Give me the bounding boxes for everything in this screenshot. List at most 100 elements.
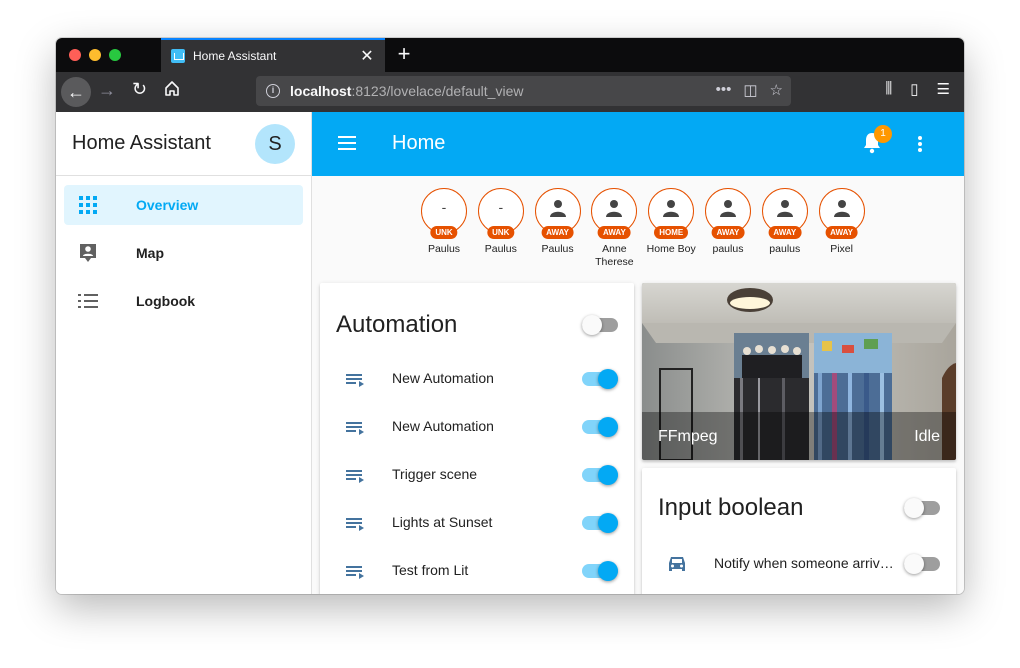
state-tag: AWAY (597, 226, 631, 239)
window-maximize-button[interactable] (109, 49, 121, 61)
library-icon[interactable]: ⫼ (885, 80, 892, 98)
home-icon[interactable] (163, 80, 181, 98)
format-list-bulleted-icon (76, 293, 100, 309)
forward-button[interactable]: → (98, 80, 116, 101)
sidebar-item-label: Logbook (136, 293, 196, 309)
playlist-play-icon (346, 518, 364, 531)
header-toggle[interactable] (904, 498, 940, 518)
unknown-dash-icon: - (441, 199, 447, 215)
url-bar[interactable]: i localhost:8123/lovelace/default_view •… (256, 76, 791, 106)
badge-name: Paulus (427, 243, 461, 255)
sidebar-item-overview[interactable]: Overview (64, 185, 303, 225)
entity-row: New Automation (320, 403, 634, 451)
tab-title: Home Assistant (193, 49, 277, 63)
automation-card: Automation New Automation New Automation… (320, 283, 634, 594)
person-icon (663, 200, 680, 217)
person-icon (719, 200, 736, 217)
header-toggle[interactable] (582, 315, 618, 335)
page-title: Home (392, 132, 446, 154)
person-icon (776, 200, 793, 217)
sidebar-item-label: Map (136, 245, 164, 261)
entity-name[interactable]: Lights at Sunset (392, 514, 492, 530)
entity-row: Trigger scene (320, 451, 634, 499)
card-title: Automation (336, 311, 458, 338)
sidebar: Home Assistant S Overview Map Logbook (56, 112, 312, 594)
account-box-icon (76, 243, 100, 263)
state-tag: UNK (430, 226, 458, 239)
playlist-play-icon (346, 566, 364, 579)
person-badge[interactable]: - UNK Paulus (473, 188, 529, 269)
person-badge[interactable]: AWAY Anne Therese (586, 188, 642, 269)
badge-name: Anne Therese (595, 243, 634, 268)
entity-toggle[interactable] (904, 554, 940, 574)
view-dashboard-icon (76, 196, 100, 214)
entity-name[interactable]: Notify when someone arriv… (714, 555, 894, 571)
car-icon (669, 557, 685, 571)
back-button[interactable]: ← (61, 77, 91, 107)
entity-row: Test from Lit (320, 547, 634, 594)
entity-toggle[interactable] (582, 465, 618, 485)
sidebar-title: Home Assistant (72, 132, 211, 154)
badge-name: Home Boy (646, 243, 696, 255)
new-tab-button[interactable]: + (392, 41, 416, 67)
state-tag: AWAY (768, 226, 802, 239)
person-badge[interactable]: AWAY Paulus (530, 188, 586, 269)
more-vert-icon[interactable] (918, 136, 922, 154)
person-icon (549, 200, 566, 217)
badge-name: paulus (712, 243, 744, 255)
playlist-play-icon (346, 374, 364, 387)
notification-count-badge: 1 (874, 125, 892, 143)
entity-name[interactable]: New Automation (392, 370, 494, 386)
entity-toggle[interactable] (582, 561, 618, 581)
browser-window: Home Assistant ✕ + ← → ↻ i localhost:812… (56, 38, 964, 594)
app-menu-icon[interactable]: ☰ (937, 80, 950, 98)
home-assistant-favicon-icon (171, 49, 185, 63)
menu-icon[interactable] (338, 136, 356, 150)
bookmark-star-icon[interactable]: ☆ (770, 81, 783, 99)
person-badge[interactable]: AWAY paulus (700, 188, 756, 269)
badge-name: Paulus (541, 243, 574, 255)
sidebar-item-logbook[interactable]: Logbook (64, 281, 303, 321)
user-avatar[interactable]: S (255, 123, 295, 164)
entity-toggle[interactable] (582, 417, 618, 437)
sidebar-toggle-icon[interactable]: ▯ (910, 80, 918, 98)
home-assistant-app: Home Assistant S Overview Map Logbook Ho… (56, 112, 964, 594)
tab-strip: Home Assistant ✕ + (56, 38, 964, 72)
site-info-icon[interactable]: i (266, 84, 280, 98)
entity-toggle[interactable] (582, 369, 618, 389)
reload-button[interactable]: ↻ (132, 79, 147, 100)
state-tag: AWAY (825, 226, 858, 239)
sidebar-header: Home Assistant S (56, 112, 311, 176)
entity-name[interactable]: Test from Lit (392, 562, 468, 578)
url-host: localhost (290, 83, 352, 99)
window-close-button[interactable] (69, 49, 81, 61)
navigation-toolbar: ← → ↻ i localhost:8123/lovelace/default_… (56, 72, 964, 112)
unknown-dash-icon: - (498, 199, 504, 215)
person-badge[interactable]: AWAY Pixel (814, 188, 870, 269)
sidebar-item-label: Overview (136, 197, 199, 213)
entity-name[interactable]: New Automation (392, 418, 494, 434)
pocket-icon[interactable]: ◫ (743, 81, 757, 99)
person-icon (606, 200, 623, 217)
entity-name[interactable]: Trigger scene (392, 466, 477, 482)
badge-name: paulus (769, 243, 801, 255)
state-tag: HOME (654, 226, 689, 239)
person-badge[interactable]: AWAY paulus (757, 188, 813, 269)
person-badge[interactable]: HOME Home Boy (643, 188, 699, 269)
person-badges: - UNK Paulus - UNK Paulus AWAY Paulus AW… (416, 188, 870, 269)
camera-state: Idle (914, 428, 940, 445)
person-icon (833, 200, 850, 217)
page-actions-icon[interactable]: ••• (716, 81, 732, 99)
window-minimize-button[interactable] (89, 49, 101, 61)
entity-row: New Automation (320, 355, 634, 403)
badge-name: Pixel (830, 243, 853, 255)
person-badge[interactable]: - UNK Paulus (416, 188, 472, 269)
entity-toggle[interactable] (582, 513, 618, 533)
input-boolean-card: Input boolean Notify when someone arriv… (642, 468, 956, 594)
state-tag: AWAY (541, 226, 575, 239)
playlist-play-icon (346, 470, 364, 483)
sidebar-item-map[interactable]: Map (64, 233, 303, 273)
tab-close-icon[interactable]: ✕ (359, 46, 375, 66)
camera-card[interactable]: FFmpeg Idle (642, 283, 956, 460)
browser-tab[interactable]: Home Assistant ✕ (161, 38, 385, 72)
